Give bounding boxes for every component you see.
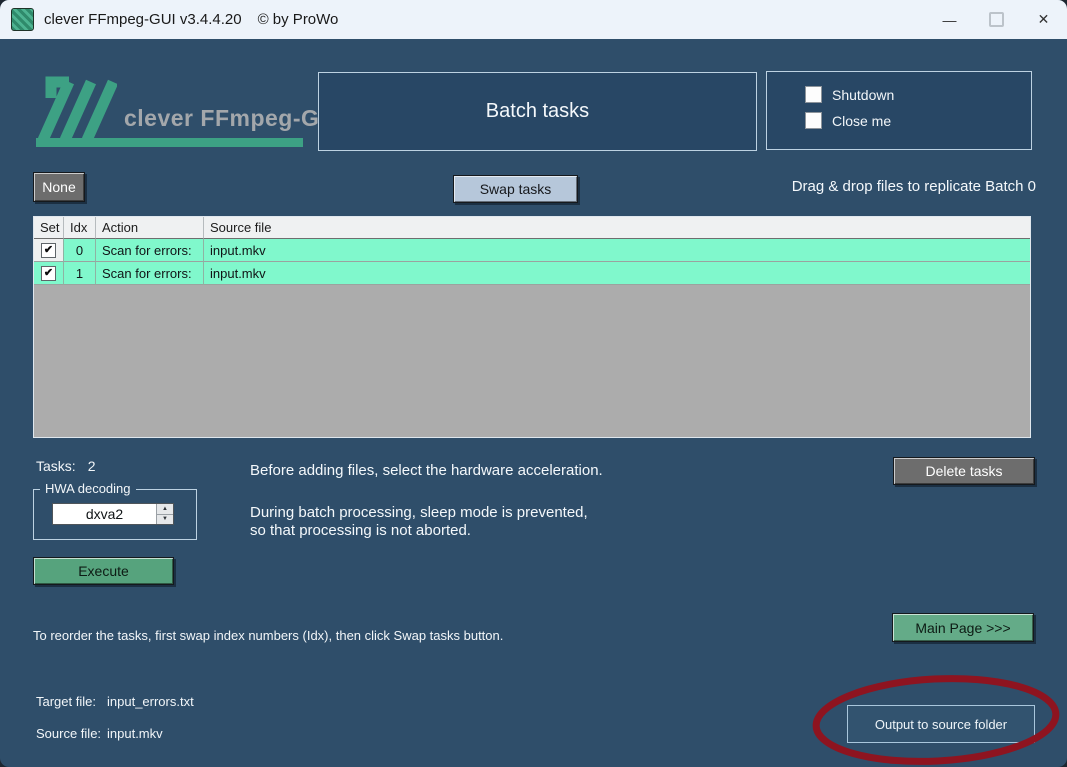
close-me-label: Close me bbox=[832, 112, 892, 129]
app-icon bbox=[11, 8, 34, 31]
minimize-icon: — bbox=[942, 11, 957, 28]
shutdown-option: Shutdown bbox=[805, 86, 894, 103]
spinner-up-button[interactable]: ▲ bbox=[157, 504, 173, 515]
column-header-set: Set bbox=[34, 217, 64, 239]
task-table[interactable]: Set Idx Action Source file ✔ 0 Scan for … bbox=[33, 216, 1031, 438]
tasks-label: Tasks: bbox=[36, 458, 76, 474]
options-box: Shutdown Close me bbox=[766, 71, 1032, 150]
title-bar: clever FFmpeg-GUI v3.4.4.20 © by ProWo —… bbox=[0, 0, 1067, 39]
close-me-option: Close me bbox=[805, 112, 891, 129]
tasks-count-line: Tasks: 2 bbox=[36, 458, 95, 474]
close-me-checkbox[interactable] bbox=[805, 112, 822, 129]
app-window: clever FFmpeg-GUI v3.4.4.20 © by ProWo —… bbox=[0, 0, 1067, 767]
row-checkbox[interactable]: ✔ bbox=[41, 265, 56, 281]
reorder-hint: To reorder the tasks, first swap index n… bbox=[33, 628, 504, 643]
hwa-spinner-buttons: ▲ ▼ bbox=[156, 504, 173, 524]
shutdown-checkbox[interactable] bbox=[805, 86, 822, 103]
tasks-count: 2 bbox=[87, 458, 96, 474]
swap-tasks-button[interactable]: Swap tasks bbox=[453, 175, 578, 203]
window-controls: — ✕ bbox=[926, 0, 1067, 39]
row-checkbox[interactable]: ✔ bbox=[41, 242, 56, 258]
spinner-down-icon: ▼ bbox=[162, 516, 168, 523]
info-line-2: During batch processing, sleep mode is p… bbox=[250, 504, 588, 521]
execute-button[interactable]: Execute bbox=[33, 557, 174, 585]
table-row[interactable]: ✔ 1 Scan for errors: input.mkv bbox=[34, 262, 1030, 285]
window-title: clever FFmpeg-GUI v3.4.4.20 bbox=[44, 11, 242, 28]
source-cell: input.mkv bbox=[204, 239, 1030, 262]
window-copyright: © by ProWo bbox=[257, 11, 339, 28]
main-page-button[interactable]: Main Page >>> bbox=[892, 613, 1034, 642]
info-line-3: so that processing is not aborted. bbox=[250, 522, 471, 539]
hwa-value[interactable]: dxva2 bbox=[53, 504, 156, 524]
target-file-value: input_errors.txt bbox=[107, 694, 194, 709]
idx-cell: 0 bbox=[64, 239, 96, 262]
column-header-idx: Idx bbox=[64, 217, 96, 239]
info-line-1: Before adding files, select the hardware… bbox=[250, 462, 603, 479]
page-title-box: Batch tasks bbox=[318, 72, 757, 151]
column-header-source: Source file bbox=[204, 217, 1030, 239]
close-button[interactable]: ✕ bbox=[1020, 0, 1067, 39]
action-cell: Scan for errors: bbox=[96, 239, 204, 262]
column-header-action: Action bbox=[96, 217, 204, 239]
hwa-group-label: HWA decoding bbox=[40, 481, 136, 496]
shutdown-label: Shutdown bbox=[832, 86, 895, 103]
hwa-spinner[interactable]: dxva2 ▲ ▼ bbox=[52, 503, 174, 525]
output-to-source-folder-button[interactable]: Output to source folder bbox=[847, 705, 1035, 743]
none-button[interactable]: None bbox=[33, 172, 85, 202]
set-cell: ✔ bbox=[34, 262, 64, 285]
maximize-button[interactable] bbox=[973, 0, 1020, 39]
logo-underline bbox=[36, 138, 303, 147]
target-file-label: Target file: bbox=[36, 694, 96, 709]
drag-drop-hint: Drag & drop files to replicate Batch 0 bbox=[791, 178, 1036, 195]
table-header-row: Set Idx Action Source file bbox=[34, 217, 1030, 239]
table-row[interactable]: ✔ 0 Scan for errors: input.mkv bbox=[34, 239, 1030, 262]
set-cell: ✔ bbox=[34, 239, 64, 262]
delete-tasks-button[interactable]: Delete tasks bbox=[893, 457, 1035, 485]
source-file-label: Source file: bbox=[36, 726, 102, 741]
spinner-down-button[interactable]: ▼ bbox=[157, 514, 173, 524]
minimize-button[interactable]: — bbox=[926, 0, 973, 39]
source-cell: input.mkv bbox=[204, 262, 1030, 285]
page-title: Batch tasks bbox=[485, 100, 590, 122]
close-icon: ✕ bbox=[1037, 11, 1050, 27]
logo-text: clever FFmpeg-GUI bbox=[124, 105, 344, 131]
hwa-decoding-group: HWA decoding dxva2 ▲ ▼ bbox=[33, 481, 197, 540]
idx-cell: 1 bbox=[64, 262, 96, 285]
action-cell: Scan for errors: bbox=[96, 262, 204, 285]
spinner-up-icon: ▲ bbox=[162, 505, 168, 512]
maximize-icon bbox=[989, 12, 1004, 27]
app-logo-icon bbox=[37, 76, 117, 142]
source-file-value: input.mkv bbox=[107, 726, 163, 741]
